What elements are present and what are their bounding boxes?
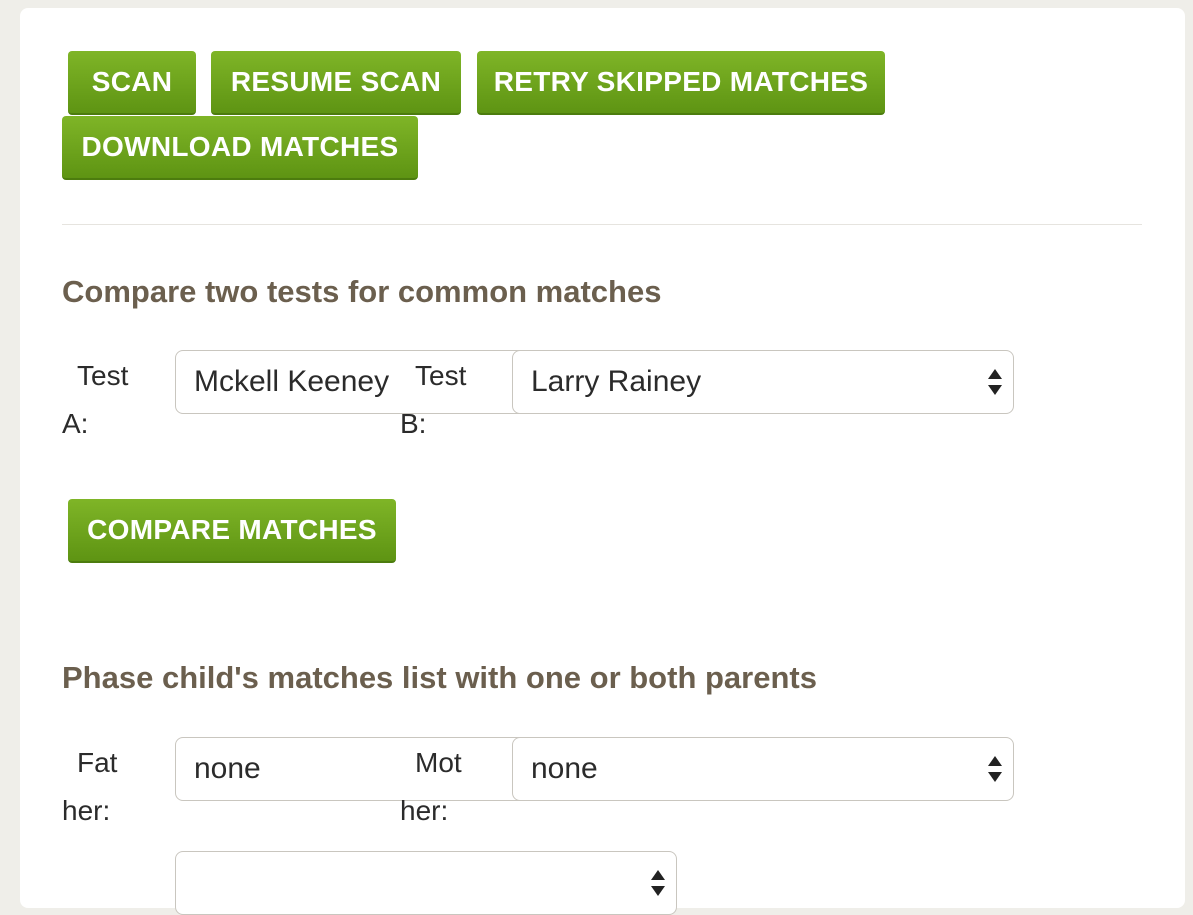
compare-matches-button[interactable]: COMPARE MATCHES bbox=[68, 499, 396, 563]
mother-select[interactable]: none bbox=[512, 737, 1014, 801]
resume-scan-button[interactable]: RESUME SCAN bbox=[211, 51, 461, 115]
test-a-label: Test A: bbox=[62, 360, 129, 439]
compare-section-heading: Compare two tests for common matches bbox=[62, 274, 662, 309]
download-matches-button[interactable]: DOWNLOAD MATCHES bbox=[62, 116, 418, 180]
scan-button[interactable]: SCAN bbox=[68, 51, 196, 115]
father-label: Father: bbox=[62, 747, 118, 826]
up-down-arrows-icon bbox=[988, 369, 1002, 395]
test-b-selected-value: Larry Rainey bbox=[531, 365, 702, 398]
phase-section-heading: Phase child's matches list with one or b… bbox=[62, 660, 817, 695]
retry-skipped-matches-button[interactable]: RETRY SKIPPED MATCHES bbox=[477, 51, 885, 115]
mother-selected-value: none bbox=[531, 752, 598, 785]
father-selected-value: none bbox=[194, 752, 261, 785]
content-card: SCAN RESUME SCAN RETRY SKIPPED MATCHES D… bbox=[20, 8, 1185, 915]
mother-label: Mother: bbox=[400, 747, 462, 826]
test-a-selected-value: Mckell Keeney bbox=[194, 365, 390, 398]
child-select[interactable] bbox=[175, 851, 677, 915]
test-b-select[interactable]: Larry Rainey bbox=[512, 350, 1014, 414]
test-a-select[interactable]: Mckell Keeney bbox=[175, 350, 535, 414]
father-select[interactable]: none bbox=[175, 737, 535, 801]
test-b-label: Test B: bbox=[400, 360, 467, 439]
section-divider bbox=[62, 224, 1142, 225]
up-down-arrows-icon bbox=[988, 756, 1002, 782]
